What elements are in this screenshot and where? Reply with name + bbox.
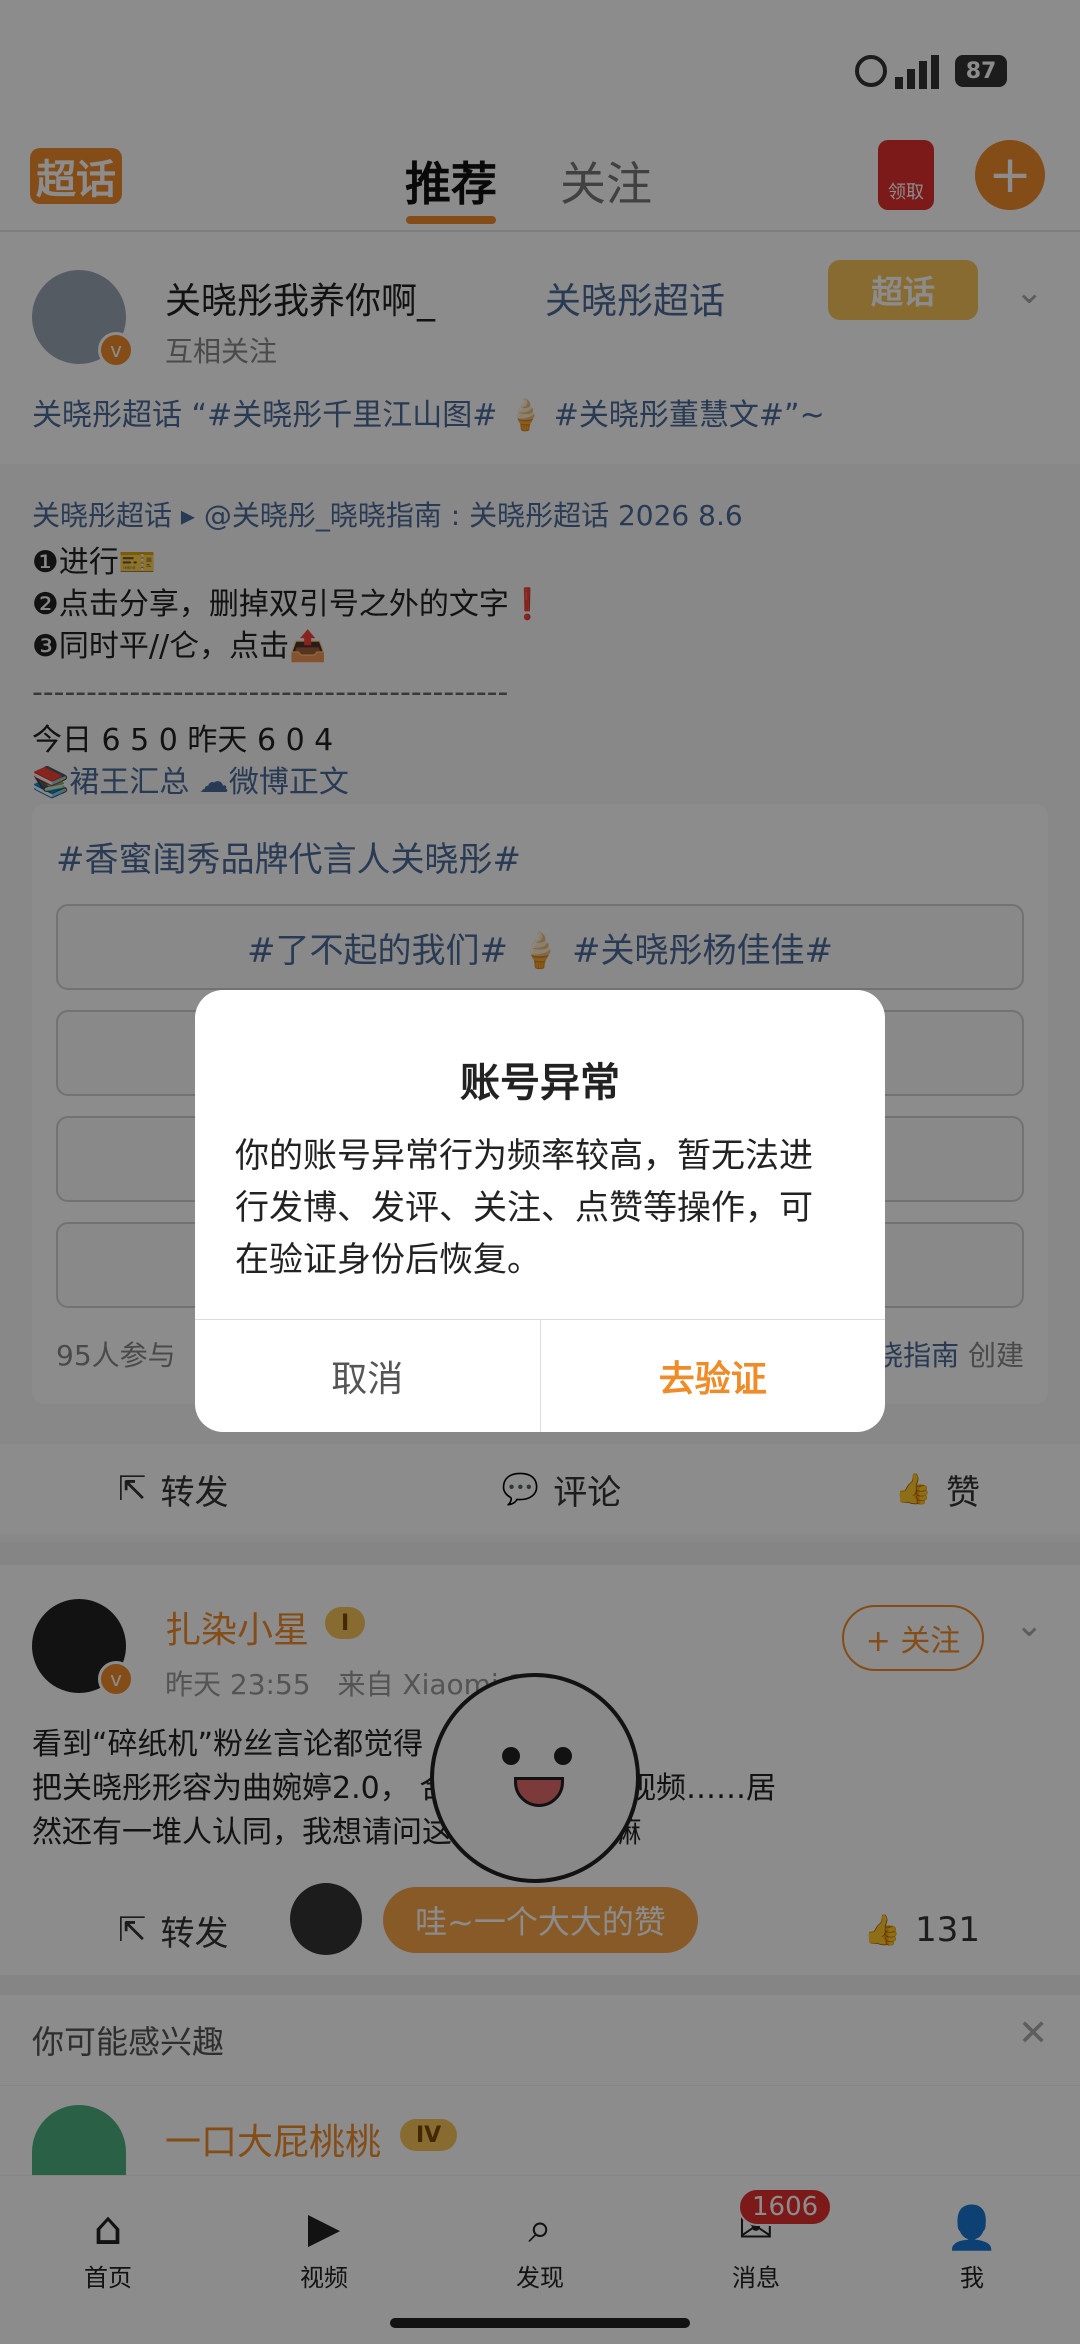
dialog-buttons: 取消 去验证	[195, 1319, 885, 1432]
dialog-message: 你的账号异常行为频率较高，暂无法进行发博、发评、关注、点赞等操作，可在验证身份后…	[235, 1136, 813, 1280]
dialog-title: 账号异常	[460, 1060, 620, 1106]
verify-button[interactable]: 去验证	[541, 1320, 886, 1432]
account-abnormal-dialog: 账号异常 你的账号异常行为频率较高，暂无法进行发博、发评、关注、点赞等操作，可在…	[195, 990, 885, 1432]
cancel-button[interactable]: 取消	[195, 1320, 541, 1432]
